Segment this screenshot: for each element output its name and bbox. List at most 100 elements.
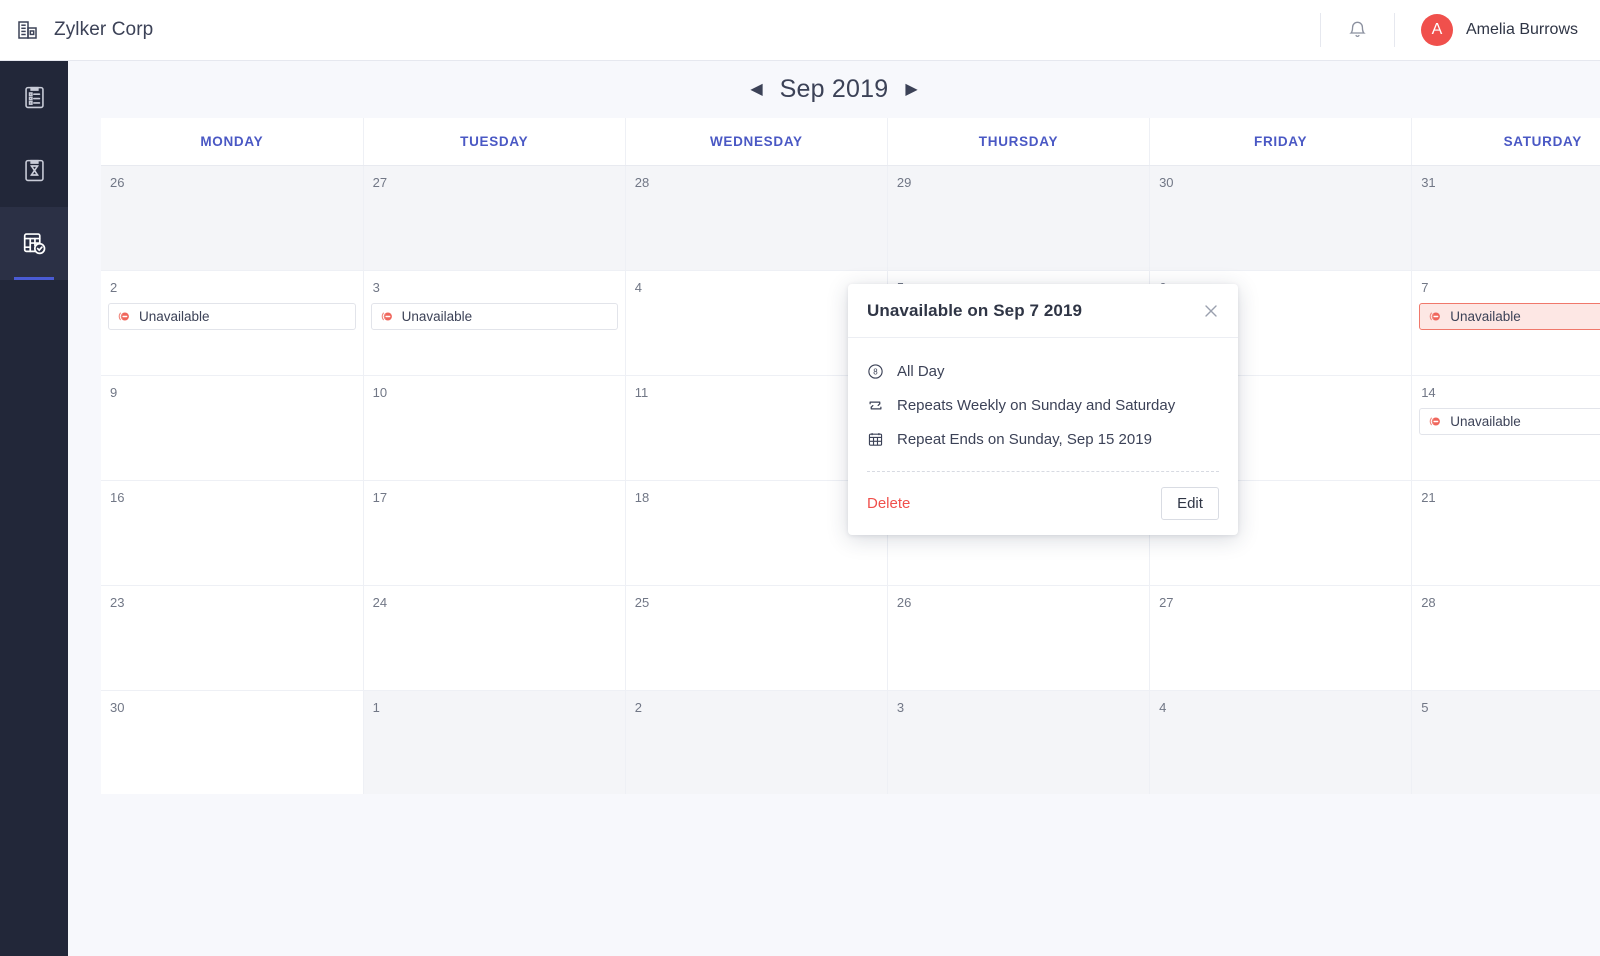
calendar-day-cell[interactable]: 1 — [363, 690, 625, 794]
unavailable-event-chip[interactable]: Unavailable — [1419, 408, 1600, 435]
day-number: 4 — [1159, 700, 1404, 715]
day-number: 27 — [1159, 595, 1404, 610]
day-number: 26 — [897, 595, 1142, 610]
day-number: 30 — [110, 700, 356, 715]
calendar-day-cell[interactable]: 25 — [625, 585, 887, 690]
user-menu[interactable]: A Amelia Burrows — [1395, 14, 1600, 46]
calendar-navigation: ◀ Sep 2019 ▶ — [68, 61, 1600, 118]
blocked-circle-icon — [1428, 309, 1443, 324]
close-icon[interactable] — [1202, 302, 1220, 320]
calendar-week-row: 30123456 — [101, 690, 1600, 794]
calendar-day-cell[interactable]: 14 Unavailable — [1412, 375, 1600, 480]
calendar-day-cell[interactable]: 16 — [101, 480, 363, 585]
weekday-header-friday: FRIDAY — [1150, 118, 1412, 165]
popover-row-repeat: Repeats Weekly on Sunday and Saturday — [867, 388, 1219, 422]
delete-button[interactable]: Delete — [867, 495, 910, 512]
calendar-day-cell[interactable]: 23 — [101, 585, 363, 690]
calendar-day-cell[interactable]: 5 — [1412, 690, 1600, 794]
calendar-day-cell[interactable]: 29 — [887, 165, 1149, 270]
day-number: 28 — [635, 175, 880, 190]
day-number: 16 — [110, 490, 356, 505]
calendar-day-cell[interactable]: 27 — [1150, 585, 1412, 690]
top-bar: Zylker Corp A Amelia Burrows — [0, 0, 1600, 61]
day-number: 2 — [635, 700, 880, 715]
popover-all-day-text: All Day — [897, 363, 945, 380]
calendar-weekday-header-row: MONDAY TUESDAY WEDNESDAY THURSDAY FRIDAY… — [101, 118, 1600, 165]
next-month-button[interactable]: ▶ — [905, 82, 917, 98]
clipboard-list-icon — [21, 84, 48, 111]
day-number: 27 — [373, 175, 618, 190]
popover-repeat-end-text: Repeat Ends on Sunday, Sep 15 2019 — [897, 431, 1152, 448]
sidebar-item-pending[interactable] — [0, 134, 68, 207]
weekday-header-tuesday: TUESDAY — [363, 118, 625, 165]
day-number: 1 — [373, 700, 618, 715]
day-number: 25 — [635, 595, 880, 610]
event-label: Unavailable — [139, 309, 210, 324]
calendar-grid-icon — [867, 431, 884, 448]
calendar-day-cell[interactable]: 4 — [1150, 690, 1412, 794]
day-number: 14 — [1421, 385, 1600, 400]
weekday-header-saturday: SATURDAY — [1412, 118, 1600, 165]
unavailable-event-chip[interactable]: Unavailable — [371, 303, 618, 330]
popover-body: 8 All Day Repeats Weekly on Sunday and S… — [848, 338, 1238, 462]
unavailable-event-chip[interactable]: Unavailable — [108, 303, 356, 330]
calendar-day-cell[interactable]: 28 — [625, 165, 887, 270]
calendar-day-cell[interactable]: 31 — [1412, 165, 1600, 270]
previous-month-button[interactable]: ◀ — [750, 82, 762, 98]
day-number: 26 — [110, 175, 356, 190]
event-label: Unavailable — [1450, 414, 1521, 429]
calendar-day-cell[interactable]: 30 — [1150, 165, 1412, 270]
calendar-day-cell[interactable]: 24 — [363, 585, 625, 690]
building-icon — [16, 18, 40, 42]
popover-title: Unavailable on Sep 7 2019 — [867, 301, 1082, 321]
calendar-day-cell[interactable]: 2 — [625, 690, 887, 794]
top-bar-right: A Amelia Burrows — [1320, 0, 1600, 60]
calendar-day-cell[interactable]: 26 — [887, 585, 1149, 690]
calendar-day-cell[interactable]: 9 — [101, 375, 363, 480]
edit-button[interactable]: Edit — [1161, 487, 1219, 520]
weekday-header-monday: MONDAY — [101, 118, 363, 165]
weekday-header-thursday: THURSDAY — [887, 118, 1149, 165]
calendar-day-cell[interactable]: 2 Unavailable — [101, 270, 363, 375]
calendar-day-cell[interactable]: 7Unavailable — [1412, 270, 1600, 375]
calendar-day-cell[interactable]: 3 Unavailable — [363, 270, 625, 375]
sidebar-item-availability[interactable] — [0, 207, 68, 280]
unavailable-event-chip[interactable]: Unavailable — [1419, 303, 1600, 330]
day-number: 3 — [373, 280, 618, 295]
popover-footer: Delete Edit — [848, 472, 1238, 535]
calendar-week-row: 23242526272829 — [101, 585, 1600, 690]
calendar-day-cell[interactable]: 17 — [363, 480, 625, 585]
day-number: 21 — [1421, 490, 1600, 505]
blocked-circle-icon — [380, 309, 395, 324]
main-content: ◀ Sep 2019 ▶ MONDAY TUESDAY WEDNESDAY TH… — [68, 61, 1600, 956]
brand-name: Zylker Corp — [54, 19, 153, 41]
calendar-day-cell[interactable]: 3 — [887, 690, 1149, 794]
day-number: 3 — [897, 700, 1142, 715]
sidebar-item-list[interactable] — [0, 61, 68, 134]
popover-header: Unavailable on Sep 7 2019 — [848, 284, 1238, 338]
day-number: 23 — [110, 595, 356, 610]
calendar-day-cell[interactable]: 10 — [363, 375, 625, 480]
sidebar — [0, 61, 68, 956]
brand[interactable]: Zylker Corp — [0, 18, 153, 42]
day-number: 29 — [897, 175, 1142, 190]
popover-repeat-text: Repeats Weekly on Sunday and Saturday — [897, 397, 1175, 414]
day-number: 9 — [110, 385, 356, 400]
all-day-clock-icon: 8 — [867, 363, 884, 380]
event-label: Unavailable — [402, 309, 473, 324]
blocked-circle-icon — [1428, 414, 1443, 429]
calendar-day-cell[interactable]: 21 — [1412, 480, 1600, 585]
notifications-button[interactable] — [1320, 13, 1395, 47]
day-number: 24 — [373, 595, 618, 610]
day-number: 11 — [635, 385, 880, 400]
calendar-day-cell[interactable]: 27 — [363, 165, 625, 270]
day-number: 31 — [1421, 175, 1600, 190]
calendar-day-cell[interactable]: 30 — [101, 690, 363, 794]
day-number: 5 — [1421, 700, 1600, 715]
notification-bell-icon — [1347, 19, 1368, 41]
calendar-day-cell[interactable]: 26 — [101, 165, 363, 270]
calendar-day-cell[interactable]: 28 — [1412, 585, 1600, 690]
day-number: 2 — [110, 280, 356, 295]
day-number: 4 — [635, 280, 880, 295]
calendar-week-row: 2627282930311Unavailable — [101, 165, 1600, 270]
